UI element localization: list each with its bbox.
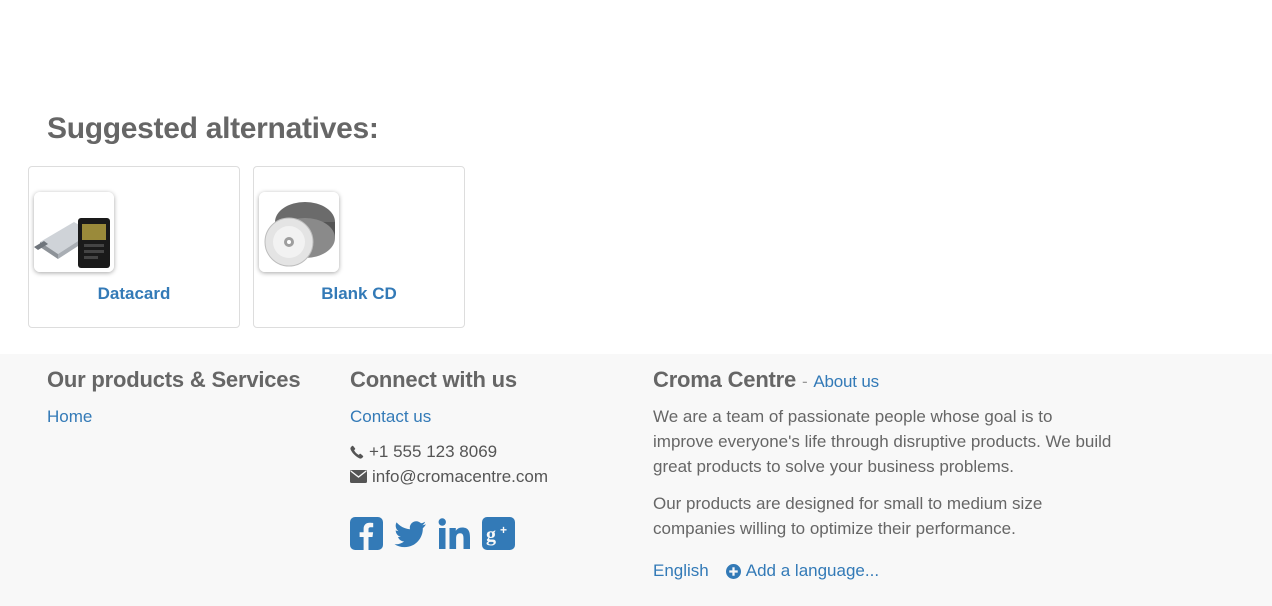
language-selector: English Add a language... (653, 561, 1113, 581)
home-link[interactable]: Home (47, 407, 92, 426)
usb-datacard-icon[interactable] (34, 192, 114, 272)
company-name: Croma Centre (653, 367, 797, 392)
phone-line: +1 555 123 8069 (350, 439, 548, 464)
plus-circle-icon (725, 563, 741, 579)
footer-connect-column: Connect with us Contact us +1 555 123 80… (350, 354, 548, 550)
about-us-link[interactable]: About us (813, 372, 879, 391)
twitter-icon[interactable] (394, 517, 427, 550)
svg-text:+: + (500, 523, 507, 537)
suggested-alternatives-heading: Suggested alternatives: (47, 112, 379, 145)
social-links: g + (350, 517, 548, 550)
envelope-icon (350, 470, 367, 483)
heading-separator: - (802, 372, 808, 391)
email-line: info@cromacentre.com (350, 464, 548, 489)
phone-number[interactable]: +1 555 123 8069 (369, 442, 497, 462)
about-paragraph-1: We are a team of passionate people whose… (653, 407, 1112, 476)
product-name-datacard[interactable]: Datacard (29, 284, 239, 304)
connect-heading: Connect with us (350, 367, 517, 392)
product-card-datacard[interactable]: Datacard (28, 166, 240, 328)
contact-us-link[interactable]: Contact us (350, 407, 431, 426)
footer-about-column: Croma Centre - About us We are a team of… (653, 354, 1113, 581)
facebook-icon[interactable] (350, 517, 383, 550)
products-heading: Our products & Services (47, 367, 301, 392)
company-heading: Croma Centre - About us (653, 367, 1113, 393)
product-card-blank-cd[interactable]: Blank CD (253, 166, 465, 328)
product-name-blank-cd[interactable]: Blank CD (254, 284, 464, 304)
svg-text:g: g (486, 524, 496, 546)
cd-stack-icon[interactable] (259, 192, 339, 272)
footer: Our products & Services Home Connect wit… (0, 354, 1272, 606)
alternatives-list: Datacard Blank CD (28, 166, 465, 328)
email-address[interactable]: info@cromacentre.com (372, 467, 548, 487)
about-paragraph-2: Our products are designed for small to m… (653, 494, 1043, 538)
add-language-link[interactable]: Add a language... (725, 561, 880, 581)
add-language-label: Add a language... (745, 561, 880, 580)
phone-icon (350, 445, 364, 459)
language-english-link[interactable]: English (653, 561, 709, 581)
linkedin-icon[interactable] (438, 517, 471, 550)
footer-products-column: Our products & Services Home (47, 354, 301, 427)
google-plus-icon[interactable]: g + (482, 517, 515, 550)
